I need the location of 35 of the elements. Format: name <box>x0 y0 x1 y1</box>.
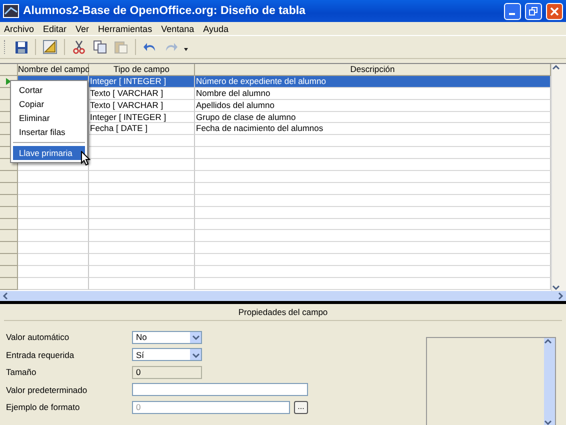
readonly-field: 0 <box>132 366 202 379</box>
menu-item[interactable]: Llave primaria <box>13 146 85 160</box>
panel-title: Propiedades del campo <box>4 304 562 321</box>
dropdown[interactable]: Sí <box>132 348 202 362</box>
menu-item[interactable]: Ventana <box>161 24 194 34</box>
field-label: Tamaño <box>6 367 38 378</box>
menu-item[interactable]: Copiar <box>13 97 85 111</box>
table-cell: Texto [ VARCHAR ] <box>89 100 195 112</box>
table-cell: Apellidos del alumno <box>195 100 551 112</box>
column-header[interactable]: Descripción <box>195 64 551 76</box>
menu-item[interactable]: Cortar <box>13 83 85 97</box>
field-label: Valor automático <box>6 332 70 342</box>
menu-item[interactable]: Archivo <box>4 24 34 34</box>
menu-item[interactable]: Editar <box>43 24 67 34</box>
table-cell: Integer [ INTEGER ] <box>89 112 195 124</box>
table-cell: Número de expediente del alumno <box>195 76 551 88</box>
table-cell: Fecha [ DATE ] <box>89 123 195 136</box>
menu-item[interactable]: Ayuda <box>203 24 228 34</box>
menu-item[interactable]: Insertar filas <box>13 125 85 139</box>
table-cell: Texto [ VARCHAR ] <box>89 88 195 100</box>
window-title: Alumnos2-Base de OpenOffice.org: Diseño de tabla <box>23 5 306 17</box>
browse-button[interactable]: ... <box>294 400 308 414</box>
table-cell: Integer [ INTEGER ] <box>89 76 195 88</box>
menu-item[interactable]: Ver <box>76 24 90 34</box>
field-label: Valor predeterminado <box>6 384 88 395</box>
column-header[interactable]: Tipo de campo <box>89 64 195 76</box>
menu-item[interactable]: Eliminar <box>13 111 85 125</box>
column-header[interactable]: Nombre del campo <box>18 64 89 76</box>
field-label: Entrada requerida <box>6 350 76 360</box>
menu-item[interactable]: Herramientas <box>98 24 152 34</box>
table-cell: Fecha de nacimiento del alumnos <box>195 123 551 136</box>
dropdown[interactable]: No <box>132 330 202 344</box>
table-cell: Grupo de clase de alumno <box>195 112 551 124</box>
table-cell: Nombre del alumno <box>195 88 551 100</box>
field-label: Ejemplo de formato <box>6 402 81 412</box>
